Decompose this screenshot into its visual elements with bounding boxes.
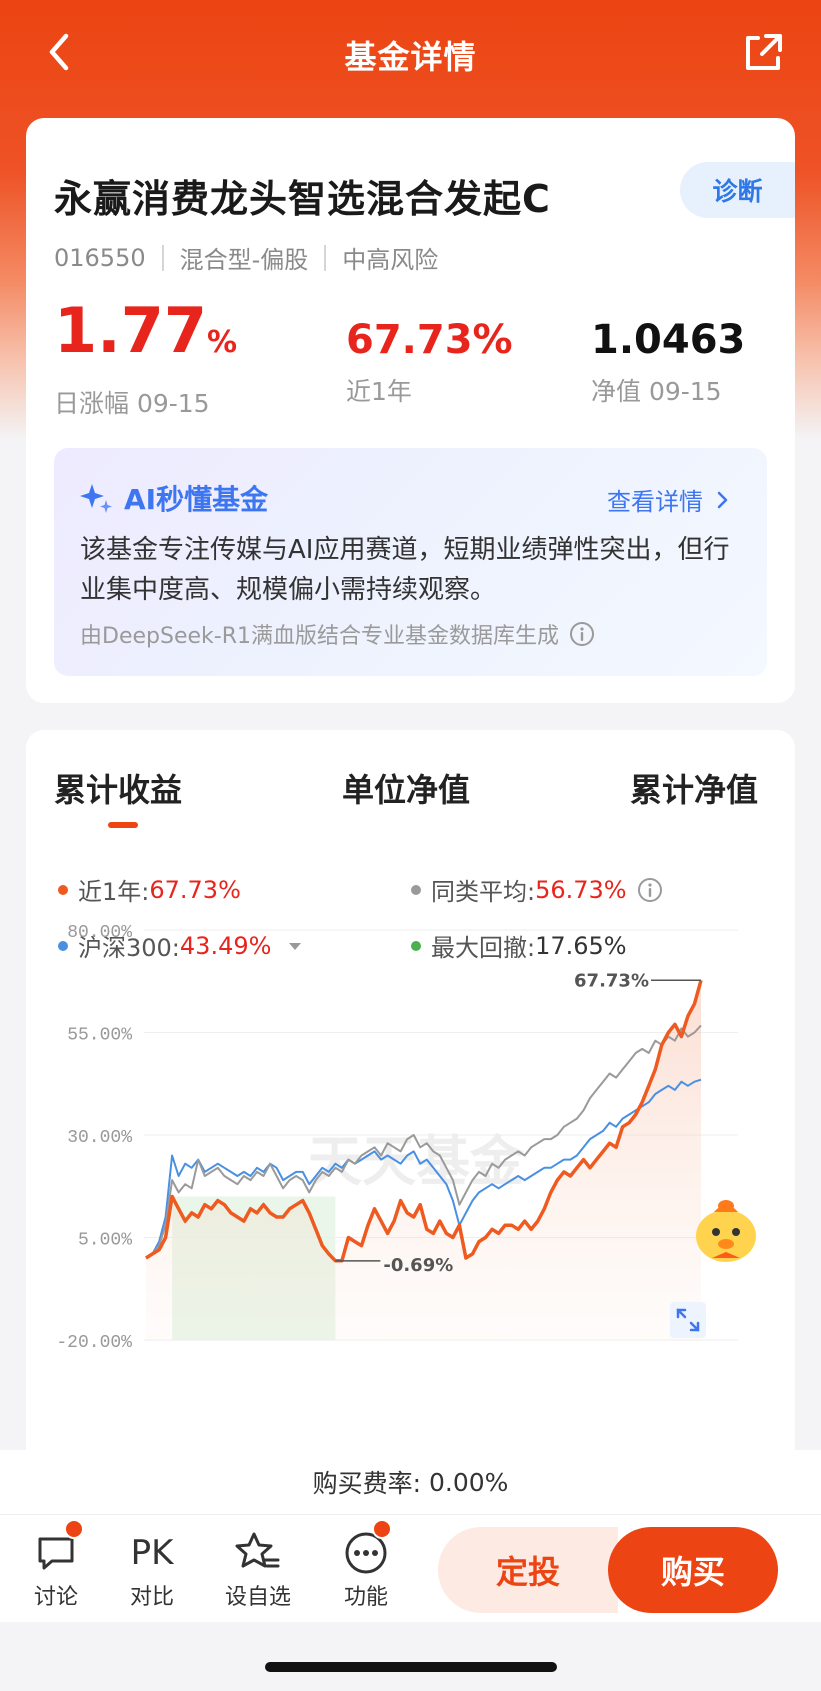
compare-button[interactable]: PK 对比	[112, 1527, 192, 1611]
performance-chart[interactable]: 80.00%55.00%30.00%5.00%-20.00% 天天基金 67.7…	[26, 910, 795, 1450]
share-icon[interactable]	[740, 30, 786, 76]
nav-label: 净值 09-15	[591, 377, 722, 406]
add-watchlist-button[interactable]: 设自选	[218, 1527, 298, 1611]
daily-change-value: 1.77	[54, 294, 207, 367]
y-tick-label: 55.00%	[67, 1026, 132, 1046]
legend-dot	[411, 884, 421, 895]
fund-summary-card: 永赢消费龙头智选混合发起C 诊断 016550 混合型-偏股 中高风险 1.77…	[26, 118, 795, 703]
auto-invest-button[interactable]: 定投	[438, 1527, 618, 1613]
tab-cumulative-return[interactable]: 累计收益	[54, 765, 182, 811]
year-return-stat: 67.73% 近1年	[346, 314, 513, 408]
fee-label: 购买费率:	[312, 1469, 421, 1498]
daily-change-stat: 1.77% 日涨幅 09-15	[54, 296, 237, 420]
back-arrow-icon[interactable]	[40, 28, 80, 76]
legend-peer-value: 56.73%	[535, 875, 627, 904]
daily-change-unit: %	[206, 325, 238, 360]
bottom-action-bar: 讨论 PK 对比 设自选 功能 定投 购买	[0, 1514, 821, 1622]
info-icon[interactable]	[637, 877, 663, 903]
divider	[324, 244, 327, 271]
chevron-right-icon	[717, 491, 728, 508]
home-indicator	[265, 1662, 557, 1672]
page-title: 基金详情	[344, 38, 477, 76]
compare-label: 对比	[129, 1585, 174, 1610]
fund-risk: 中高风险	[342, 246, 439, 274]
fee-value: 0.00%	[429, 1467, 509, 1497]
ai-summary-text: 该基金专注传媒与AI应用赛道，短期业绩弹性突出，但行业集中度高、规模偏小需持续观…	[80, 535, 730, 605]
y-tick-label: -20.00%	[56, 1333, 132, 1353]
ai-summary-box[interactable]: AI秒懂基金 查看详情 该基金专注传媒与AI应用赛道，短期业绩弹性突出，但行业集…	[54, 448, 767, 676]
notification-dot	[64, 1519, 84, 1539]
y-tick-label: 5.00%	[78, 1231, 132, 1251]
daily-change-label: 日涨幅 09-15	[54, 389, 210, 418]
y-tick-label: 30.00%	[67, 1128, 132, 1148]
functions-label: 功能	[343, 1585, 388, 1610]
ai-title: AI秒懂基金	[124, 483, 269, 516]
nav-value: 1.0463	[591, 317, 746, 363]
notification-dot	[372, 1519, 392, 1539]
diagnose-button[interactable]: 诊断	[680, 162, 795, 218]
pk-icon: PK	[130, 1533, 174, 1573]
ai-footer: 由DeepSeek-R1满血版结合专业基金数据库生成	[80, 618, 595, 650]
divider	[161, 244, 164, 271]
discuss-label: 讨论	[33, 1585, 78, 1610]
star-list-icon	[235, 1532, 280, 1568]
year-return-label: 近1年	[346, 377, 412, 406]
buy-button[interactable]: 购买	[608, 1527, 778, 1613]
fund-meta: 016550 混合型-偏股 中高风险	[54, 240, 438, 275]
ai-footer-text: 由DeepSeek-R1满血版结合专业基金数据库生成	[80, 624, 559, 649]
watchlist-label: 设自选	[224, 1585, 291, 1610]
active-tab-indicator	[108, 822, 138, 828]
legend-fund: 近1年: 67.73%	[58, 872, 241, 907]
y-tick-label: 80.00%	[67, 923, 132, 943]
nav-bar: 基金详情	[0, 0, 821, 110]
mascot-icon[interactable]	[696, 1200, 756, 1262]
tab-cumulative-nav[interactable]: 累计净值	[630, 765, 758, 811]
expand-icon[interactable]	[670, 1302, 706, 1338]
info-icon[interactable]	[569, 621, 595, 647]
fund-type: 混合型-偏股	[179, 246, 309, 274]
performance-card: 累计收益 单位净值 累计净值 近1年: 67.73% 同类平均: 56.73% …	[26, 730, 795, 1450]
min-marker-label: -0.69%	[383, 1255, 453, 1276]
legend-fund-label: 近1年:	[78, 878, 150, 906]
fund-code: 016550	[54, 243, 146, 272]
legend-dot	[58, 884, 68, 895]
discuss-button[interactable]: 讨论	[16, 1527, 96, 1611]
legend-peer-label: 同类平均:	[431, 878, 536, 906]
legend-fund-value: 67.73%	[149, 875, 241, 904]
max-marker-label: 67.73%	[574, 970, 649, 991]
ai-more-label: 查看详情	[607, 488, 703, 516]
tab-unit-nav[interactable]: 单位净值	[342, 765, 470, 811]
functions-button[interactable]: 功能	[326, 1527, 406, 1611]
legend-peer: 同类平均: 56.73%	[411, 872, 663, 907]
sparkle-icon	[80, 484, 112, 513]
ai-more-link[interactable]: 查看详情	[607, 482, 733, 517]
nav-stat: 1.0463 净值 09-15	[591, 314, 745, 408]
ai-header: AI秒懂基金	[78, 478, 268, 518]
year-return-value: 67.73%	[346, 317, 513, 363]
fee-row: 购买费率: 0.00%	[0, 1450, 821, 1514]
fund-name: 永赢消费龙头智选混合发起C	[54, 177, 551, 221]
